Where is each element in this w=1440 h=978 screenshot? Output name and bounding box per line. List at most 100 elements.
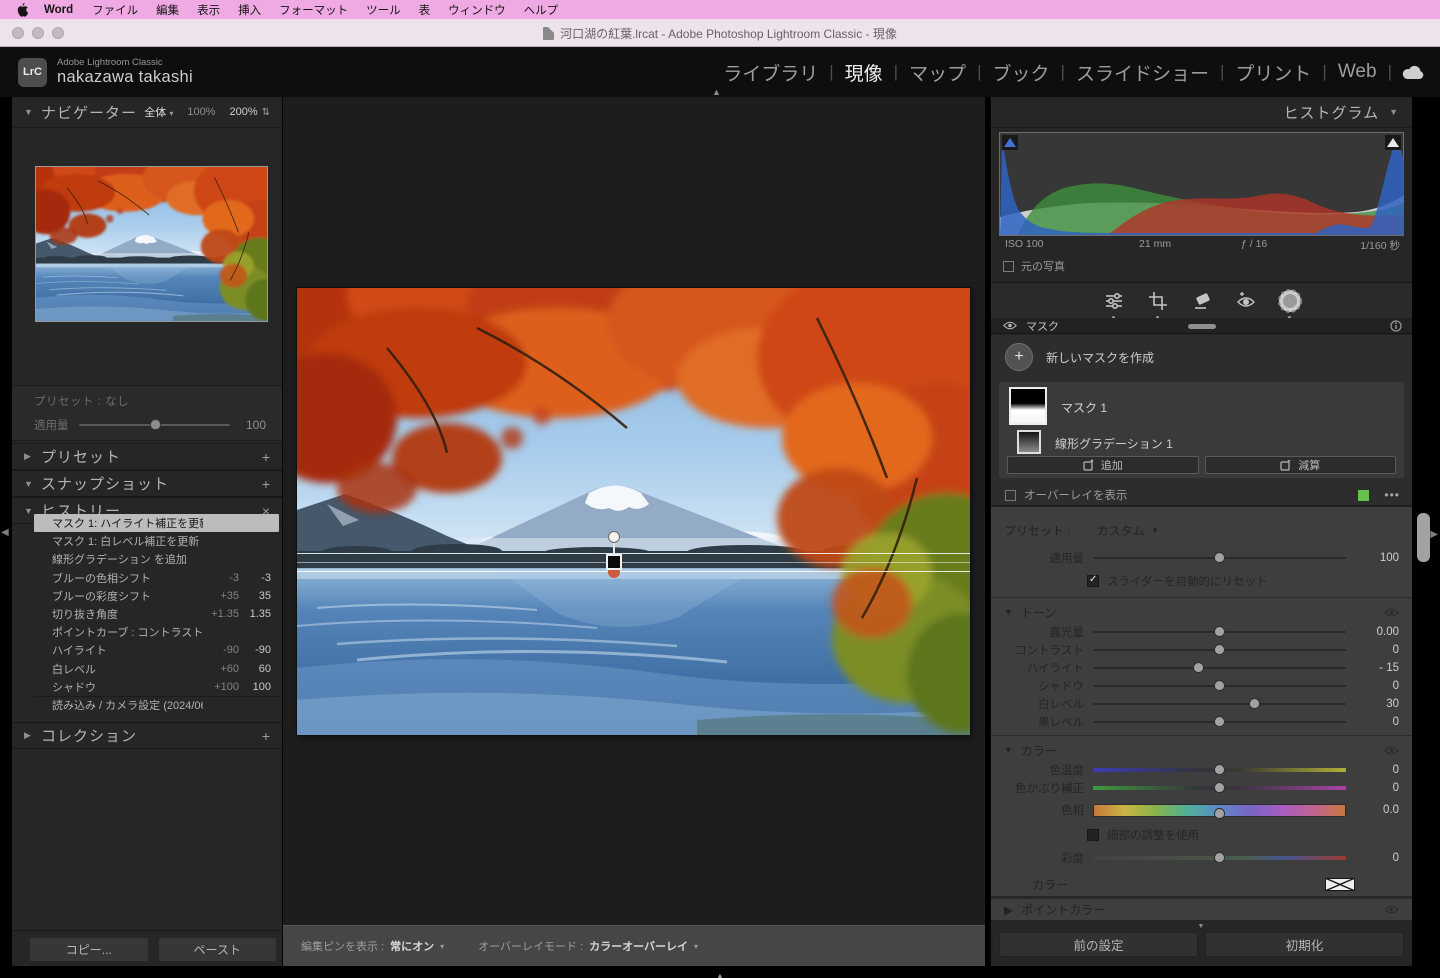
blacks-slider[interactable]: [1093, 721, 1346, 723]
mask1-thumbnail[interactable]: [1009, 387, 1047, 425]
mask-panel-info-icon[interactable]: [1390, 320, 1402, 332]
navigator-collapse-triangle[interactable]: ▼: [24, 107, 41, 117]
saturation-slider[interactable]: [1093, 856, 1346, 860]
gradient-mask-line-center[interactable]: [297, 562, 970, 563]
show-overlay-checkbox[interactable]: [1005, 490, 1016, 501]
navigator-fit-option[interactable]: 全体 ▾: [144, 104, 173, 120]
gradient-mask-line-top[interactable]: [297, 553, 970, 554]
point-color-eye-icon[interactable]: [1384, 905, 1399, 914]
mask-panel-header[interactable]: マスク: [991, 318, 1412, 334]
exposure-slider[interactable]: [1093, 631, 1346, 633]
gradient-mask-line-bottom[interactable]: [297, 571, 970, 572]
menu-window[interactable]: ウィンドウ: [439, 2, 515, 18]
presets-add-icon[interactable]: +: [262, 449, 270, 465]
history-row[interactable]: シャドウ+100100: [34, 678, 279, 696]
basic-edit-tool-icon[interactable]: [1101, 288, 1127, 314]
show-edit-pins-value[interactable]: 常にオン: [390, 938, 434, 954]
module-book[interactable]: ブック: [982, 59, 1061, 86]
left-panel-collapse-arrow[interactable]: ◀: [1, 527, 9, 538]
menu-help[interactable]: ヘルプ: [515, 2, 568, 18]
history-row[interactable]: マスク 1: 白レベル補正を更新: [34, 532, 279, 550]
whites-slider[interactable]: [1093, 703, 1346, 705]
overlay-mode-dropdown-icon[interactable]: ▾: [694, 942, 698, 951]
right-panel-scrollbar[interactable]: [1417, 513, 1430, 562]
presets-section-header[interactable]: ▶ プリセット +: [12, 443, 282, 470]
mask-add-button[interactable]: 追加: [1007, 456, 1199, 474]
color-visibility-eye-icon[interactable]: [1384, 746, 1399, 755]
crop-tool-icon[interactable]: [1145, 288, 1171, 314]
show-edit-pins-dropdown-icon[interactable]: ▾: [440, 942, 444, 951]
reset-button[interactable]: 初期化: [1205, 932, 1404, 957]
shadow-clipping-indicator[interactable]: [1002, 135, 1018, 150]
fine-adjust-row[interactable]: 細部の調整を使用: [1087, 827, 1199, 843]
history-row[interactable]: ブルーの彩度シフト+3535: [34, 587, 279, 605]
menu-file[interactable]: ファイル: [83, 2, 147, 18]
history-row[interactable]: 線形グラデーション を追加: [34, 550, 279, 568]
linear-gradient1-thumbnail[interactable]: [1017, 430, 1041, 454]
highlight-clipping-indicator[interactable]: [1385, 135, 1401, 150]
mask-preset-row[interactable]: プリセット : カスタム ▾: [991, 521, 1412, 539]
original-photo-toggle[interactable]: 元の写真: [1003, 258, 1065, 274]
snapshots-section-header[interactable]: ▼ スナップショット +: [12, 470, 282, 497]
navigator-preview[interactable]: [35, 166, 268, 322]
point-color-section-header[interactable]: ▶ ポイントカラー: [991, 898, 1412, 920]
apple-menu-icon[interactable]: [12, 3, 34, 17]
menu-app-name[interactable]: Word: [34, 4, 83, 16]
navigator-zoom-200[interactable]: 200%: [229, 106, 257, 118]
color-section-header[interactable]: ▼ カラー: [991, 741, 1412, 759]
navigator-zoom-100[interactable]: 100%: [187, 106, 215, 118]
mask-subtract-button[interactable]: 減算: [1205, 456, 1397, 474]
cloud-sync-icon[interactable]: [1402, 64, 1424, 80]
hue-slider[interactable]: [1093, 804, 1346, 817]
red-eye-tool-icon[interactable]: [1233, 288, 1259, 314]
overlay-more-icon[interactable]: •••: [1384, 488, 1400, 502]
menu-view[interactable]: 表示: [188, 2, 229, 18]
history-row[interactable]: ハイライト-90-90: [34, 641, 279, 659]
paste-button[interactable]: ペースト: [158, 937, 278, 962]
temp-slider[interactable]: [1093, 768, 1346, 772]
collections-add-icon[interactable]: +: [262, 728, 270, 744]
overlay-color-swatch[interactable]: [1357, 489, 1370, 502]
top-panel-collapse-arrow[interactable]: ▲: [712, 87, 721, 97]
module-develop[interactable]: 現像: [834, 59, 894, 86]
new-mask-plus-icon[interactable]: +: [1005, 343, 1033, 371]
tone-section-header[interactable]: ▼ トーン: [991, 603, 1412, 621]
highlights-slider[interactable]: [1093, 667, 1346, 669]
fine-adjust-checkbox[interactable]: [1087, 829, 1099, 841]
history-row[interactable]: 白レベル+6060: [34, 660, 279, 678]
module-slideshow[interactable]: スライドショー: [1065, 59, 1220, 86]
shadows-slider[interactable]: [1093, 685, 1346, 687]
histogram-graph[interactable]: [999, 132, 1404, 236]
module-print[interactable]: プリント: [1224, 59, 1322, 86]
menu-table[interactable]: 表: [410, 2, 440, 18]
mask-preset-value[interactable]: カスタム: [1097, 522, 1145, 539]
create-new-mask[interactable]: + 新しいマスクを作成: [1005, 343, 1154, 371]
tone-visibility-eye-icon[interactable]: [1384, 608, 1399, 617]
right-panel-collapse-arrow[interactable]: ▶: [1430, 529, 1438, 540]
copy-button[interactable]: コピー...: [29, 937, 149, 962]
auto-reset-checkbox[interactable]: [1087, 575, 1099, 587]
previous-settings-button[interactable]: 前の設定: [999, 932, 1198, 957]
history-row[interactable]: 切り抜き角度+1.351.35: [34, 605, 279, 623]
menu-format[interactable]: フォーマット: [270, 2, 357, 18]
preset-amount-slider[interactable]: [79, 424, 231, 426]
histogram-header[interactable]: ヒストグラム ▼: [991, 97, 1412, 128]
contrast-slider[interactable]: [1093, 649, 1346, 651]
mask-edit-pin[interactable]: [606, 554, 622, 570]
history-row[interactable]: マスク 1: ハイライト補正を更新: [34, 514, 279, 532]
preset-amount-thumb[interactable]: [150, 419, 161, 430]
history-row[interactable]: ブルーの色相シフト-3-3: [34, 569, 279, 587]
module-map[interactable]: マップ: [898, 59, 977, 86]
masking-tool-icon[interactable]: [1277, 288, 1303, 314]
navigator-zoom-stepper-icon[interactable]: ⇅: [262, 107, 270, 118]
amount-slider[interactable]: [1093, 557, 1346, 559]
history-row[interactable]: 読み込み / カメラ設定 (2024/06/23 2:01:00): [34, 696, 279, 714]
bottom-panel-expand-arrow[interactable]: ▲: [716, 971, 725, 978]
navigator-header[interactable]: ▼ ナビゲーター 全体 ▾ 100% 200% ⇅: [12, 97, 282, 128]
color-swatch-none[interactable]: [1325, 878, 1355, 891]
remove-tool-icon[interactable]: [1189, 288, 1215, 314]
menu-edit[interactable]: 編集: [147, 2, 188, 18]
history-row[interactable]: ポイントカーブ : コントラスト (中): [34, 623, 279, 641]
mask-rotate-handle[interactable]: [608, 531, 620, 543]
menu-tools[interactable]: ツール: [357, 2, 410, 18]
